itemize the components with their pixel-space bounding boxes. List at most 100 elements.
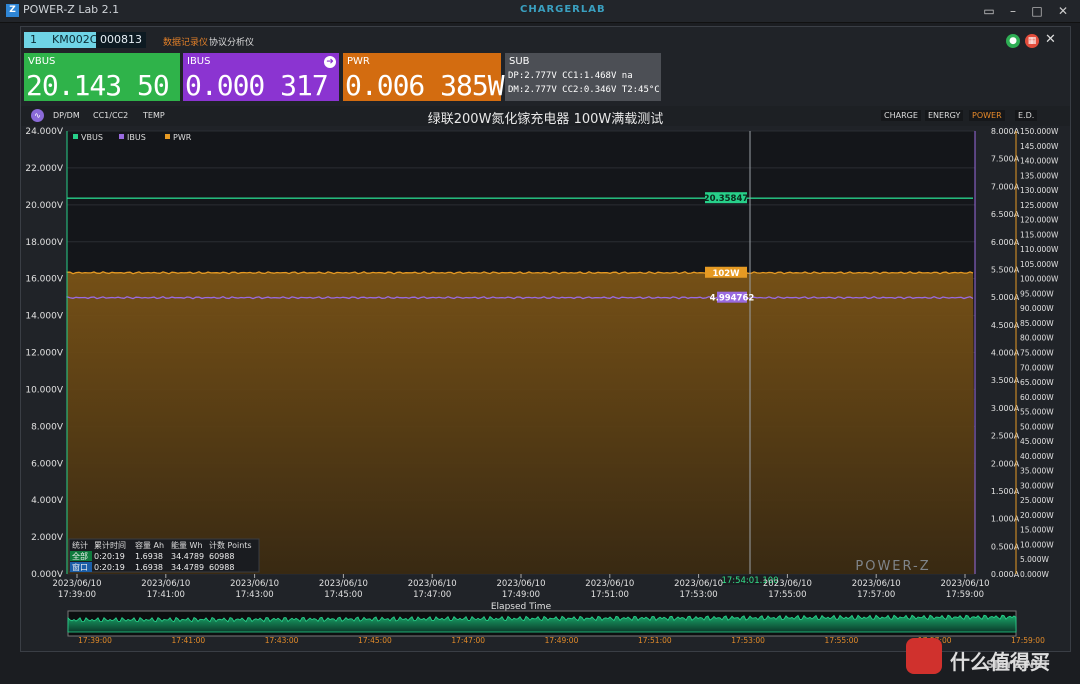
y-right-tick: 150.000W: [1020, 127, 1059, 136]
stats-header: 统计: [72, 540, 88, 550]
stats-header: 累计时间: [94, 540, 126, 550]
y-right-tick: 100.000W: [1020, 275, 1059, 284]
x-tick-time: 17:59:00: [946, 590, 984, 600]
y-mid-tick: 0.000A: [991, 570, 1020, 579]
overview-tick: 17:49:00: [545, 636, 579, 645]
overview-tick: 17:41:00: [171, 636, 205, 645]
y-left-tick: 6.000V: [31, 459, 64, 469]
y-right-tick: 85.000W: [1020, 319, 1054, 328]
y-left-tick: 2.000V: [31, 533, 64, 543]
y-right-tick: 70.000W: [1020, 363, 1054, 372]
y-right-tick: 80.000W: [1020, 334, 1054, 343]
x-tick-date: 2023/06/10: [763, 579, 812, 589]
y-mid-tick: 1.500A: [991, 487, 1020, 496]
legend-label: PWR: [173, 133, 192, 142]
x-tick-date: 2023/06/10: [53, 579, 102, 589]
y-mid-tick: 3.000A: [991, 404, 1020, 413]
stats-cell: 窗口: [72, 562, 88, 572]
y-left-tick: 8.000V: [31, 422, 64, 432]
y-left-tick: 10.000V: [25, 385, 63, 395]
y-right-tick: 35.000W: [1020, 467, 1054, 476]
x-tick-time: 17:55:00: [768, 590, 806, 600]
overview-tick: 17:55:00: [825, 636, 859, 645]
y-mid-tick: 4.000A: [991, 349, 1020, 358]
y-right-tick: 50.000W: [1020, 422, 1054, 431]
stats-table: 统计 累计时间 容量 Ah 能量 Wh 计数 Points 全部 0:20:19 1.6938…: [68, 538, 260, 573]
stats-cell: 34.4789: [171, 563, 204, 572]
watermark-text: 什么值得买 SMYZ.NET: [950, 646, 1050, 675]
y-mid-tick: 2.500A: [991, 432, 1020, 441]
y-right-tick: 25.000W: [1020, 496, 1054, 505]
y-right-tick: 5.000W: [1020, 555, 1049, 564]
y-right-tick: 0.000W: [1020, 570, 1049, 579]
stats-cell: 60988: [209, 563, 234, 572]
power-area-fill: [67, 271, 975, 574]
x-tick-date: 2023/06/10: [141, 579, 190, 589]
y-right-tick: 135.000W: [1020, 171, 1059, 180]
x-tick-time: 17:43:00: [236, 590, 274, 600]
stats-header: 计数 Points: [209, 540, 252, 550]
y-right-tick: 20.000W: [1020, 511, 1054, 520]
y-right-tick: 145.000W: [1020, 142, 1059, 151]
cursor-label-vbus: 20.35847: [704, 194, 749, 204]
legend-swatch: [73, 134, 78, 139]
overview-tick: 17:53:00: [731, 636, 765, 645]
y-mid-tick: 3.500A: [991, 376, 1020, 385]
y-mid-tick: 5.000A: [991, 293, 1020, 302]
legend-label: IBUS: [127, 133, 146, 142]
overview-tick: 17:45:00: [358, 636, 392, 645]
x-tick-time: 17:39:00: [58, 590, 96, 600]
y-left-tick: 4.000V: [31, 496, 64, 506]
y-right-tick: 130.000W: [1020, 186, 1059, 195]
overview-tick: 17:47:00: [451, 636, 485, 645]
x-tick-time: 17:45:00: [324, 590, 362, 600]
y-left-tick: 20.000V: [25, 201, 63, 211]
x-tick-date: 2023/06/10: [941, 579, 990, 589]
watermark-site: SMYZ.NET: [986, 658, 1050, 671]
overview-tick: 17:39:00: [78, 636, 112, 645]
x-tick-date: 2023/06/10: [674, 579, 723, 589]
stats-cell: 全部: [72, 551, 88, 561]
x-tick-date: 2023/06/10: [585, 579, 634, 589]
y-left-tick: 14.000V: [25, 312, 63, 322]
x-tick-time: 17:51:00: [591, 590, 629, 600]
y-right-tick: 90.000W: [1020, 304, 1054, 313]
y-mid-tick: 7.500A: [991, 155, 1020, 164]
x-tick-time: 17:41:00: [147, 590, 185, 600]
y-right-tick: 10.000W: [1020, 540, 1054, 549]
powerz-logo: POWER-Z: [855, 559, 930, 574]
y-right-tick: 40.000W: [1020, 452, 1054, 461]
overview-scrollbar[interactable]: 17:39:00 17:41:00 17:43:00 17:45:00 17:47:00…: [67, 610, 1045, 645]
x-tick-time: 17:57:00: [857, 590, 895, 600]
stats-cell: 1.6938: [135, 552, 163, 561]
x-tick-time: 17:53:00: [680, 590, 718, 600]
y-right-tick: 120.000W: [1020, 216, 1059, 225]
y-mid-tick: 4.500A: [991, 321, 1020, 330]
x-tick-time: 17:47:00: [413, 590, 451, 600]
x-tick-time: 17:49:00: [502, 590, 540, 600]
y-right-tick: 60.000W: [1020, 393, 1054, 402]
stats-cell: 0:20:19: [94, 552, 125, 561]
y-right-tick: 15.000W: [1020, 526, 1054, 535]
legend: VBUS IBUS PWR: [73, 133, 192, 142]
y-mid-tick: 6.000A: [991, 238, 1020, 247]
overview-tick: 17:59:00: [1011, 636, 1045, 645]
y-right-tick: 125.000W: [1020, 201, 1059, 210]
cursor-label-pwr: 102W: [712, 269, 740, 279]
y-right-tick: 55.000W: [1020, 408, 1054, 417]
x-tick-date: 2023/06/10: [852, 579, 901, 589]
y-right-tick: 110.000W: [1020, 245, 1059, 254]
x-axis: 2023/06/1017:39:002023/06/1017:41:002023…: [53, 574, 990, 612]
cursor-label-ibus: 4.994762: [710, 294, 755, 304]
y-right-tick: 140.000W: [1020, 157, 1059, 166]
y-mid-tick: 1.000A: [991, 515, 1020, 524]
y-right-tick: 95.000W: [1020, 289, 1054, 298]
main-chart[interactable]: 20.358474.994762102W17:54:01.100 0.000V2…: [0, 0, 1080, 684]
watermark-logo: [906, 638, 942, 674]
y-left-tick: 18.000V: [25, 238, 63, 248]
y-mid-tick: 6.500A: [991, 210, 1020, 219]
stats-cell: 34.4789: [171, 552, 204, 561]
y-right-tick: 115.000W: [1020, 230, 1059, 239]
pwr-area: [67, 271, 975, 574]
y-right-tick: 105.000W: [1020, 260, 1059, 269]
